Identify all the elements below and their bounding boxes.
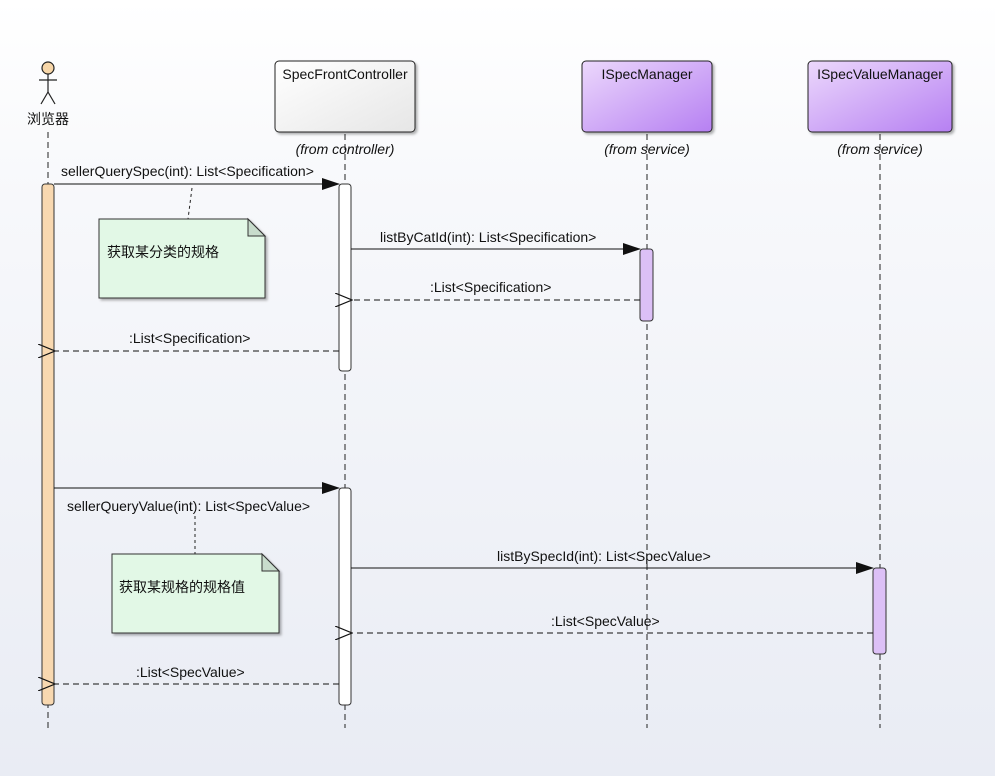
participant-origin: (from service) (604, 141, 690, 157)
message-label: :List<Specification> (430, 279, 551, 295)
message-seller-query-value[interactable]: sellerQueryValue(int): List<SpecValue> (54, 482, 340, 514)
activation-controller-2 (338, 487, 352, 706)
return-value-list-to-controller[interactable]: :List<SpecValue> (352, 613, 873, 633)
return-spec-list-to-browser[interactable]: :List<Specification> (55, 330, 339, 351)
message-label: sellerQuerySpec(int): List<Specification… (61, 163, 314, 179)
activation-controller-1 (338, 183, 352, 372)
note-text: 获取某分类的规格 (107, 244, 219, 260)
note-value: 获取某规格的规格值 (111, 552, 281, 634)
return-spec-list-to-controller[interactable]: :List<Specification> (352, 279, 640, 300)
message-label: :List<SpecValue> (136, 664, 245, 680)
message-label: :List<Specification> (129, 330, 250, 346)
actor-label: 浏览器 (27, 111, 69, 127)
actor-browser: 浏览器 (27, 61, 69, 127)
note-text: 获取某规格的规格值 (119, 579, 245, 595)
actor-icon (39, 61, 57, 105)
participant-origin: (from controller) (296, 141, 395, 157)
message-list-by-cat-id[interactable]: listByCatId(int): List<Specification> (351, 229, 641, 255)
return-value-list-to-browser[interactable]: :List<SpecValue> (55, 664, 339, 684)
activation-browser (41, 183, 55, 706)
sequence-diagram: 浏览器 SpecFrontController (from controller… (27, 60, 953, 728)
message-label: sellerQueryValue(int): List<SpecValue> (67, 498, 310, 514)
activation-value-manager (872, 567, 887, 655)
message-list-by-spec-id[interactable]: listBySpecId(int): List<SpecValue> (351, 548, 874, 574)
activation-spec-manager (639, 248, 654, 322)
message-label: listBySpecId(int): List<SpecValue> (497, 548, 711, 564)
participant-name: SpecFrontController (282, 66, 408, 82)
message-label: listByCatId(int): List<Specification> (380, 229, 596, 245)
participant-value-manager[interactable]: ISpecValueManager (807, 60, 953, 133)
note-connector (187, 187, 193, 220)
participant-spec-manager[interactable]: ISpecManager (581, 60, 713, 133)
note-spec: 获取某分类的规格 (98, 217, 267, 299)
participant-controller[interactable]: SpecFrontController (274, 60, 416, 133)
participant-origin: (from service) (837, 141, 923, 157)
participant-name: ISpecManager (601, 66, 692, 82)
message-label: :List<SpecValue> (551, 613, 660, 629)
message-seller-query-spec[interactable]: sellerQuerySpec(int): List<Specification… (54, 163, 340, 190)
participant-name: ISpecValueManager (817, 66, 943, 82)
